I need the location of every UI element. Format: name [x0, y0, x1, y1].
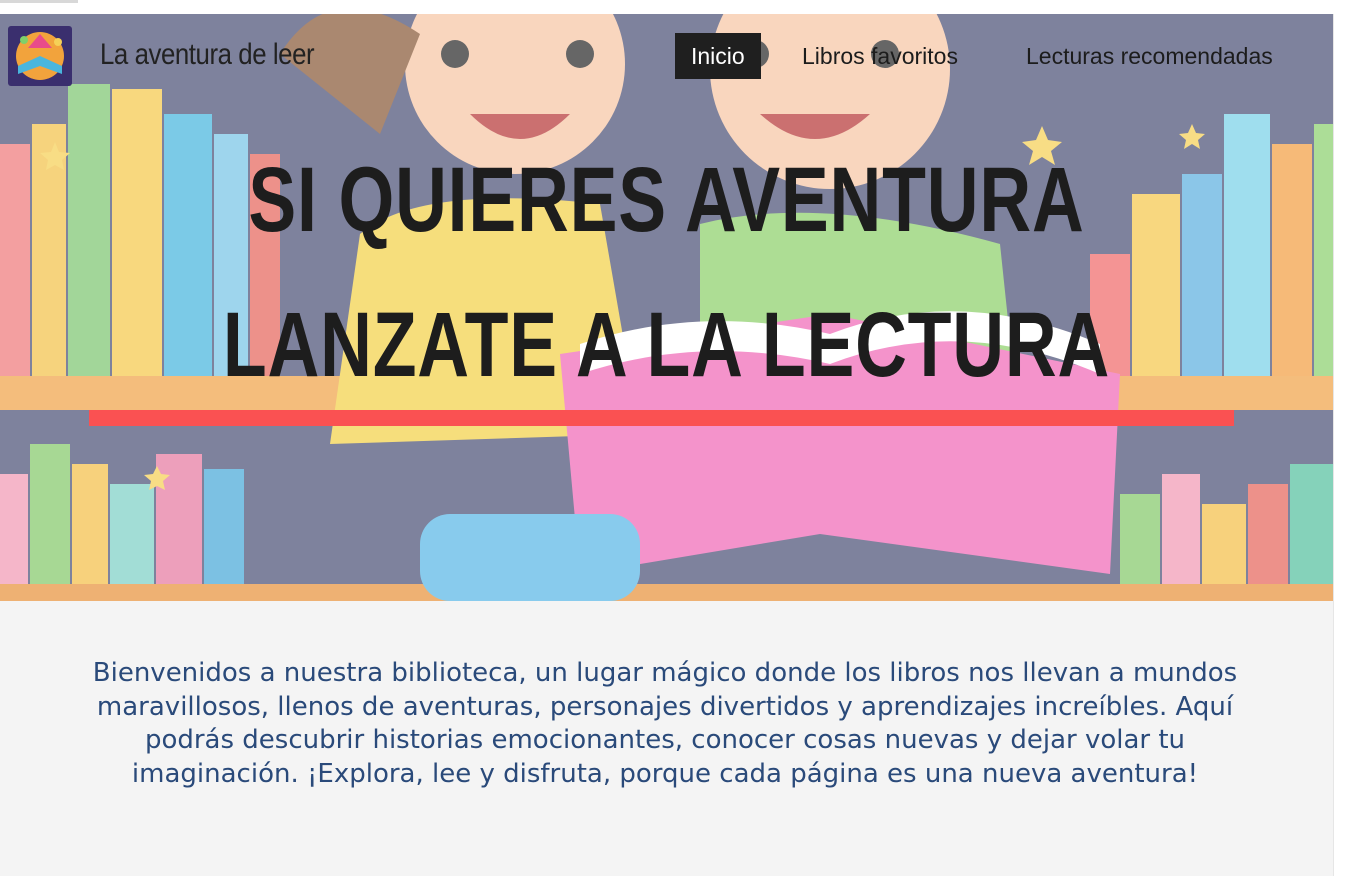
- tab-indicator: [0, 0, 78, 3]
- browser-top-strip: [0, 0, 1355, 15]
- hero-underline: [89, 410, 1234, 426]
- intro-paragraph: Bienvenidos a nuestra biblioteca, un lug…: [92, 658, 1238, 789]
- nav-item-lecturas-recomendadas[interactable]: Lecturas recomendadas: [1010, 33, 1289, 79]
- hero-banner: La aventura de leer Inicio Libros favori…: [0, 14, 1333, 601]
- hero-headline-line2: LANZATE A LA LECTURA: [222, 294, 1111, 396]
- nav-item-libros-favoritos[interactable]: Libros favoritos: [786, 33, 974, 79]
- page: La aventura de leer Inicio Libros favori…: [0, 14, 1333, 876]
- nav-item-inicio[interactable]: Inicio: [675, 33, 761, 79]
- scrollbar[interactable]: [1333, 14, 1355, 876]
- main-nav: Inicio Libros favoritos Lecturas recomen…: [0, 33, 1333, 79]
- hero-headline-line1: SI QUIERES AVENTURA: [248, 149, 1085, 251]
